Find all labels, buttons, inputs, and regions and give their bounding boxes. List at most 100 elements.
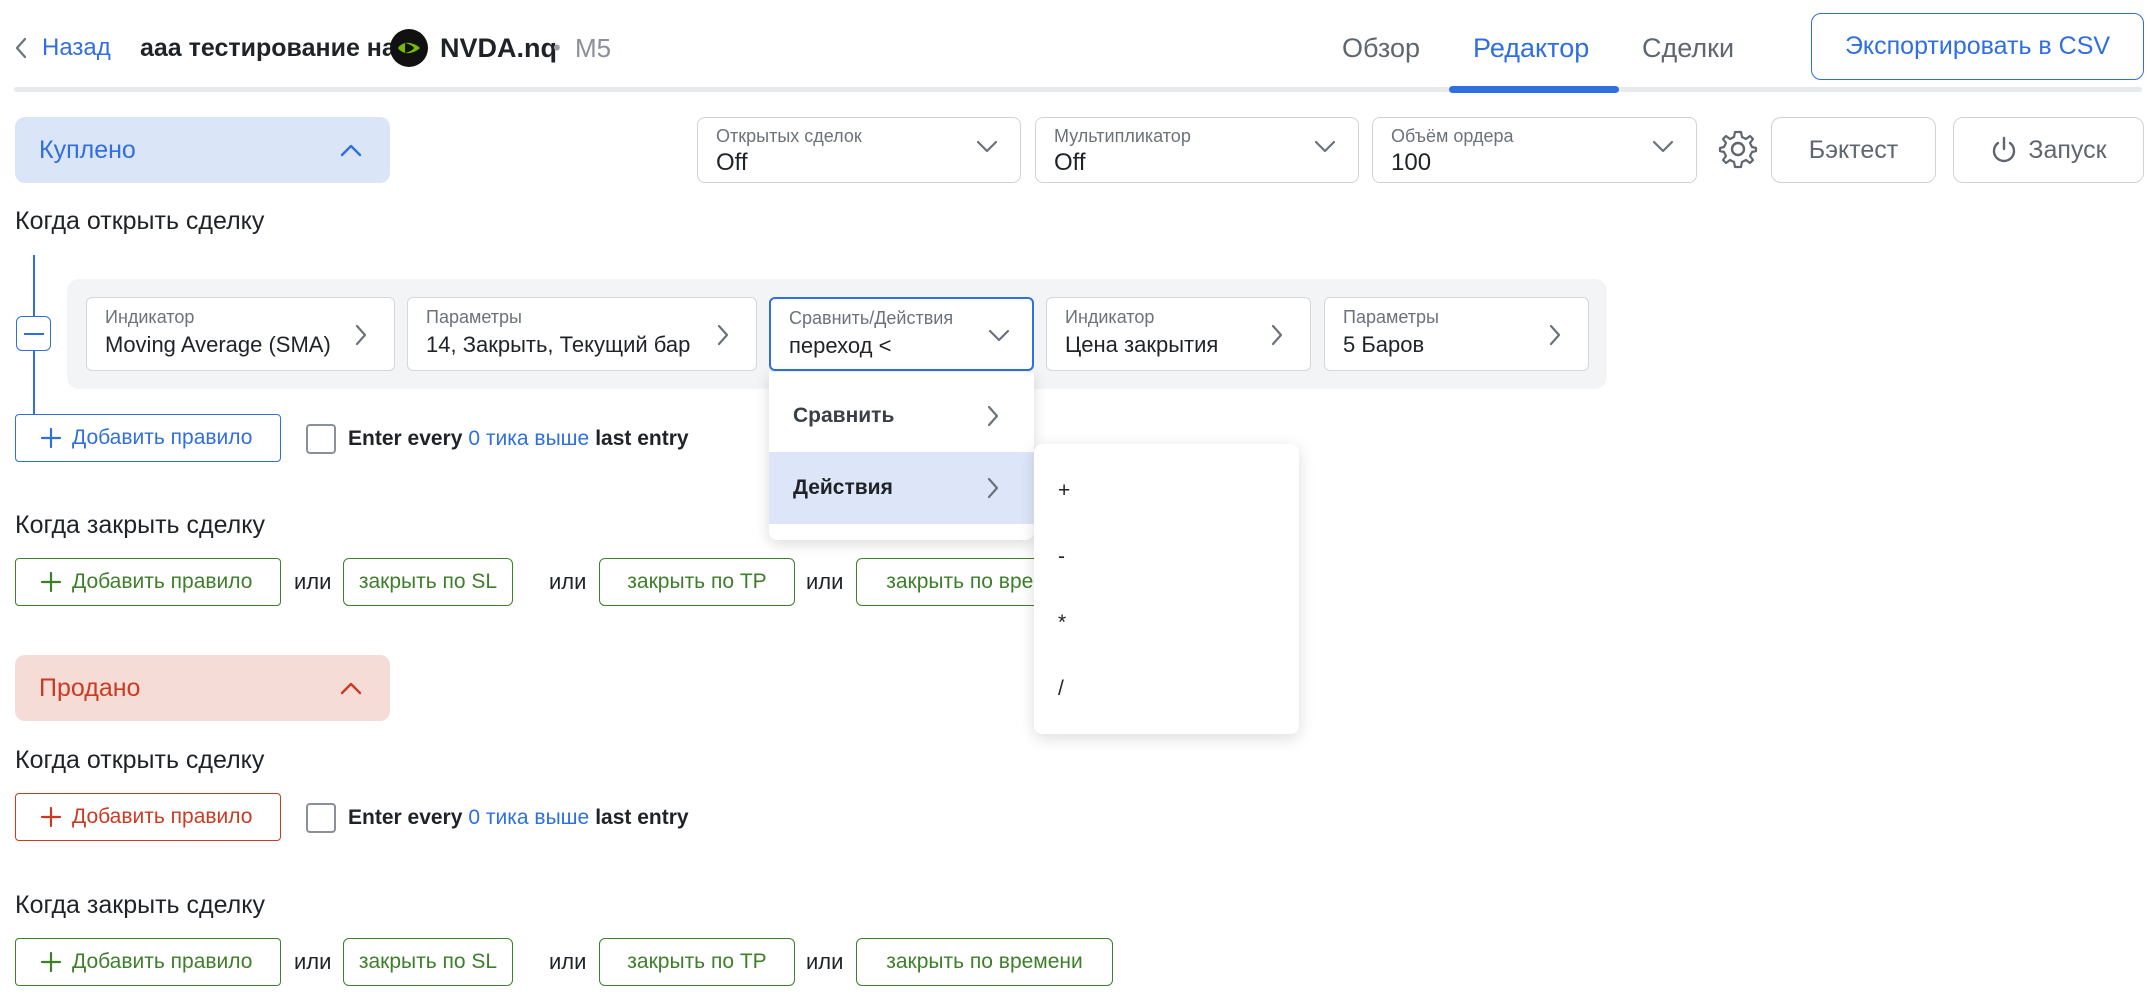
buy-close-heading: Когда закрыть сделку	[15, 511, 265, 539]
ticker: NVDA.nq	[390, 29, 557, 67]
power-icon	[1990, 136, 2018, 164]
add-rule-label: Добавить правило	[72, 805, 253, 828]
sell-close-add-rule-button[interactable]: Добавить правило	[15, 938, 281, 986]
enter-every-pre: Enter every	[348, 806, 463, 829]
launch-label: Запуск	[2028, 135, 2107, 164]
buy-close-tp-button[interactable]: закрыть по TP	[599, 558, 795, 606]
or-label: или	[806, 569, 844, 594]
add-rule-label: Добавить правило	[72, 570, 253, 593]
sell-add-rule-button[interactable]: Добавить правило	[15, 793, 281, 841]
chevron-down-icon	[976, 140, 998, 154]
tab-active-indicator	[1449, 86, 1619, 93]
rule-indicator-1-value: Moving Average (SMA)	[105, 332, 331, 357]
compare-actions-menu: Сравнить Действия	[769, 372, 1034, 540]
ticker-label: NVDA.nq	[440, 32, 557, 63]
order-volume-select[interactable]: Объём ордера 100	[1372, 117, 1697, 183]
menu-item-compare[interactable]: Сравнить	[769, 380, 1034, 452]
chevron-up-icon	[340, 143, 362, 157]
menu-item-actions-label: Действия	[793, 476, 893, 499]
multiplier-label: Мультипликатор	[1054, 126, 1191, 146]
or-label: или	[549, 949, 587, 974]
chevron-right-icon	[1270, 324, 1284, 346]
menu-item-actions[interactable]: Действия	[769, 452, 1034, 524]
export-csv-button[interactable]: Экспортировать в CSV	[1811, 13, 2144, 80]
buy-enter-every-text: Enter every 0 тика выше last entry	[348, 424, 689, 454]
action-multiply[interactable]: *	[1058, 606, 1258, 640]
buy-close-add-rule-button[interactable]: Добавить правило	[15, 558, 281, 606]
rule-params-1-label: Параметры	[426, 307, 522, 327]
tab-underline-track	[14, 87, 2142, 92]
buy-section-toggle[interactable]: Куплено	[15, 117, 390, 183]
enter-every-ticks-link[interactable]: 0 тика выше	[468, 806, 589, 830]
timeframe-label: M5	[575, 32, 612, 63]
open-trades-select[interactable]: Открытых сделок Off	[697, 117, 1021, 183]
chevron-left-icon	[14, 37, 28, 59]
action-divide[interactable]: /	[1058, 672, 1258, 706]
rule-indicator-1[interactable]: Индикатор Moving Average (SMA)	[86, 297, 395, 371]
tab-deals[interactable]: Сделки	[1642, 28, 1734, 68]
rule-indicator-2[interactable]: Индикатор Цена закрытия	[1046, 297, 1311, 371]
sell-close-tp-button[interactable]: закрыть по TP	[599, 938, 795, 986]
add-rule-label: Добавить правило	[72, 950, 253, 973]
sell-section-title: Продано	[39, 673, 141, 702]
enter-every-post: last entry	[595, 427, 689, 450]
or-label: или	[549, 569, 587, 594]
rule-compare-label: Сравнить/Действия	[789, 308, 954, 328]
open-trades-label: Открытых сделок	[716, 126, 862, 146]
minus-icon	[23, 332, 44, 335]
actions-submenu: + - * /	[1034, 444, 1299, 734]
backtest-button[interactable]: Бэктест	[1771, 117, 1936, 183]
order-volume-value: 100	[1391, 149, 1432, 176]
launch-button[interactable]: Запуск	[1953, 117, 2144, 183]
enter-every-ticks-link[interactable]: 0 тика выше	[468, 427, 589, 451]
or-label: или	[294, 569, 332, 594]
action-minus[interactable]: -	[1058, 540, 1258, 574]
collapse-rule-button[interactable]	[16, 316, 51, 351]
buy-enter-every-checkbox[interactable]	[306, 424, 336, 454]
chevron-right-icon	[1548, 324, 1562, 346]
enter-every-post: last entry	[595, 806, 689, 829]
rule-indicator-2-value: Цена закрытия	[1065, 332, 1219, 357]
gear-icon[interactable]	[1718, 129, 1758, 169]
plus-icon	[40, 806, 62, 828]
add-rule-label: Добавить правило	[72, 426, 253, 449]
or-label: или	[806, 949, 844, 974]
buy-add-rule-button[interactable]: Добавить правило	[15, 414, 281, 462]
rule-params-1[interactable]: Параметры 14, Закрыть, Текущий бар	[407, 297, 757, 371]
page-title: ааа тестирование на	[140, 33, 396, 62]
chevron-down-icon	[1314, 140, 1336, 154]
chevron-down-icon	[1652, 140, 1674, 154]
menu-item-compare-label: Сравнить	[793, 404, 895, 427]
tab-overview[interactable]: Обзор	[1342, 28, 1420, 68]
rule-compare-select[interactable]: Сравнить/Действия переход <	[769, 297, 1034, 371]
enter-every-pre: Enter every	[348, 427, 463, 450]
rule-indicator-1-label: Индикатор	[105, 307, 195, 327]
sell-close-heading: Когда закрыть сделку	[15, 891, 265, 919]
sell-enter-every-text: Enter every 0 тика выше last entry	[348, 803, 689, 833]
sell-close-time-button[interactable]: закрыть по времени	[856, 938, 1113, 986]
buy-open-heading: Когда открыть сделку	[15, 207, 265, 235]
chevron-right-icon	[354, 324, 368, 346]
action-plus[interactable]: +	[1058, 474, 1258, 508]
plus-icon	[40, 951, 62, 973]
chevron-right-icon	[986, 477, 1000, 499]
chevron-up-icon	[340, 681, 362, 695]
multiplier-select[interactable]: Мультипликатор Off	[1035, 117, 1359, 183]
rule-compare-value: переход <	[789, 333, 892, 358]
rule-params-2-value: 5 Баров	[1343, 332, 1425, 357]
sell-close-sl-button[interactable]: закрыть по SL	[343, 938, 513, 986]
back-link[interactable]: Назад	[14, 30, 111, 66]
rule-params-2[interactable]: Параметры 5 Баров	[1324, 297, 1589, 371]
open-trades-value: Off	[716, 149, 748, 176]
tab-editor[interactable]: Редактор	[1473, 28, 1589, 68]
sell-enter-every-checkbox[interactable]	[306, 803, 336, 833]
order-volume-label: Объём ордера	[1391, 126, 1514, 146]
buy-section-title: Куплено	[39, 135, 136, 164]
separator-dot: •	[553, 35, 561, 60]
chevron-right-icon	[716, 324, 730, 346]
plus-icon	[40, 427, 62, 449]
multiplier-value: Off	[1054, 149, 1086, 176]
buy-close-sl-button[interactable]: закрыть по SL	[343, 558, 513, 606]
sell-section-toggle[interactable]: Продано	[15, 655, 390, 721]
chevron-down-icon	[988, 329, 1010, 343]
